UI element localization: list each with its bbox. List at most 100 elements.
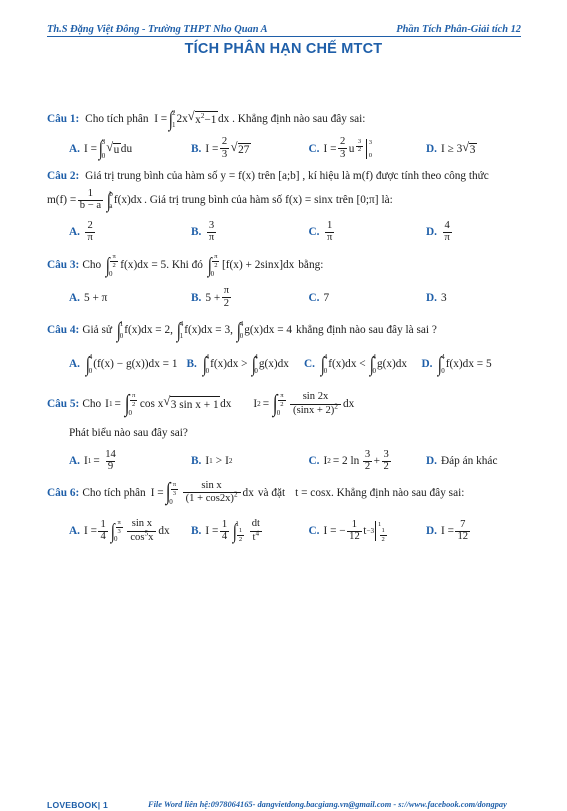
option-5-A[interactable]: A. I1 = 14 9: [69, 448, 191, 473]
q2-interval: [a;b]: [278, 170, 300, 183]
q5-i2-upper-num: π: [280, 392, 284, 400]
q5-i1-lower: 0: [128, 409, 132, 418]
option-6-B[interactable]: B. I = 14 ∫ 1 12 dt t4: [191, 518, 309, 543]
option-5-C-den: 2: [362, 460, 373, 473]
option-2-D-den: π: [442, 231, 452, 244]
option-4-D[interactable]: D. ∫ 4 0 f(x)dx = 5: [422, 353, 540, 375]
option-3-B-tag: B.: [191, 291, 202, 304]
option-2-B[interactable]: B. 3π: [191, 220, 309, 244]
q2-mf: m(f): [352, 170, 373, 183]
option-6-A-fden-tail: x: [148, 531, 154, 543]
q2-text-a: Giá trị trung bình của hàm số: [85, 170, 218, 183]
q2-text-c: trên: [257, 170, 276, 183]
option-3-C[interactable]: C. 7: [309, 286, 427, 309]
q3-text-c: bằng:: [298, 258, 324, 271]
option-6-A-den: 4: [98, 530, 108, 543]
option-3-B[interactable]: B. 5 + π2: [191, 284, 309, 309]
option-1-A[interactable]: A. I = ∫ 3 0 √ u du: [69, 137, 191, 160]
option-6-B-den: 4: [219, 530, 230, 543]
option-1-B-lhs: I =: [205, 142, 219, 155]
q2-text-d2: trên: [335, 193, 354, 206]
option-3-D[interactable]: D. 3: [426, 286, 539, 309]
option-2-A[interactable]: A. 2π: [69, 219, 191, 244]
option-1-C-exp-num: 3: [357, 137, 362, 145]
option-5-C-plus: +: [373, 455, 380, 468]
footer-brand: LOVEBOOK| 1: [47, 800, 108, 810]
option-3-C-value: 7: [323, 291, 330, 304]
q2-integral: ∫ b a: [106, 187, 113, 212]
q4-int3-body: g(x)dx = 4: [244, 323, 293, 336]
question-3-options: A. 5 + π B. 5 + π2 C. 7 D. 3: [47, 284, 539, 309]
question-1-stem-before: Cho tích phân: [85, 112, 149, 125]
option-4-D-tag: D.: [421, 358, 433, 371]
option-3-B-value: 5 +: [205, 291, 221, 304]
option-5-D[interactable]: D. Đáp án khác: [426, 450, 539, 473]
option-4-B-tag: B.: [186, 358, 197, 371]
option-5-B[interactable]: B. I1 > I2: [191, 450, 309, 473]
q5-i2-lower: 0: [276, 409, 281, 418]
option-3-A[interactable]: A. 5 + π: [69, 286, 191, 309]
q6-eq-lhs: I =: [150, 486, 164, 499]
question-6-stem: Câu 6: Cho tích phân I = ∫ π3 0 sin x (1…: [47, 479, 465, 507]
q2-func: y = f(x): [220, 170, 255, 183]
option-6-B-lower-num: 1: [238, 527, 243, 535]
q2-text-b2: . Giá trị trung bình của hàm số: [144, 193, 283, 206]
option-5-C[interactable]: C. I2 = 2 ln 32 + 32: [309, 448, 427, 473]
q6-int-den-exp: 2: [233, 490, 238, 499]
option-3-C-tag: C.: [308, 291, 320, 304]
option-2-C[interactable]: C. 1π: [309, 220, 427, 244]
option-4-C-body: f(x)dx <: [328, 358, 366, 371]
q4-int2-body: f(x)dx = 3,: [184, 323, 233, 336]
option-1-C[interactable]: C. I = 23 u 32 3 0: [309, 136, 427, 160]
q2-mf-eq: m(f) =: [47, 193, 77, 206]
q5-text-a: Cho: [82, 398, 102, 411]
q3-text-b: . Khi đó: [166, 258, 203, 271]
option-6-D-den: 12: [455, 530, 471, 543]
option-4-A[interactable]: A. ∫ 4 0 (f(x) − g(x))dx = 1: [69, 353, 187, 375]
option-5-A-eq: =: [93, 455, 100, 468]
option-2-D-num: 4: [444, 219, 450, 231]
question-1-stem-after: . Khẳng định nào sau đây sai:: [232, 112, 366, 125]
option-1-C-exp-den: 2: [355, 145, 364, 154]
q2-interval2: [0;π]: [356, 193, 379, 206]
q6-int-upper-num: π: [172, 480, 177, 488]
option-2-D[interactable]: D. 4π: [426, 219, 539, 244]
option-2-A-num: 2: [87, 219, 93, 231]
q3-int2-upper-num: π: [214, 252, 218, 260]
q4-integral-1: ∫ 1 0: [116, 317, 124, 342]
option-4-C-tag: C.: [304, 358, 315, 371]
q3-int1-upper-num: π: [112, 252, 116, 260]
option-6-B-lower-den: 2: [236, 535, 245, 543]
option-6-A[interactable]: A. I = 14 ∫ π3 0 sin x cos5x dx: [69, 518, 191, 544]
question-2: Câu 2: Giá trị trung bình của hàm số y =…: [47, 168, 539, 244]
option-1-C-var: u: [348, 142, 355, 155]
option-3-D-tag: D.: [426, 291, 437, 304]
question-2-stem-line2: m(f) = 1b − a ∫ b a f(x)dx . Giá trị tru…: [47, 187, 539, 212]
question-6-options: A. I = 14 ∫ π3 0 sin x cos5x dx B. I = 1…: [47, 518, 539, 544]
option-5-C-num2: 3: [383, 448, 389, 460]
option-1-D[interactable]: D. I ≥ 3 √ 3: [426, 137, 539, 160]
header-subject: Phần Tích Phân-Giải tích 12: [396, 24, 521, 35]
question-1-label: Câu 1:: [47, 112, 80, 125]
option-6-D[interactable]: D. I = 7 12: [426, 519, 539, 543]
q5-i2-num: sin 2x: [302, 391, 329, 403]
option-1-B[interactable]: B. I = 23 √ 27: [191, 136, 309, 160]
option-5-A-num: 14: [105, 448, 116, 460]
q5-i1-body-b: dx: [220, 398, 232, 411]
option-6-A-lower: 0: [114, 535, 118, 544]
q5-i2-den-exp: 2: [334, 402, 338, 411]
option-4-A-tag: A.: [69, 358, 80, 371]
q3-int2-upper-den: 2: [212, 261, 220, 269]
q3-int1-lower: 0: [108, 270, 113, 279]
option-6-B-lhs: I =: [205, 525, 219, 538]
option-1-C-eval-lower: 0: [368, 151, 373, 159]
option-1-B-den: 3: [219, 148, 230, 160]
question-6: Câu 6: Cho tích phân I = ∫ π3 0 sin x (1…: [47, 479, 539, 544]
option-4-B[interactable]: B. ∫ 4 0 f(x)dx > ∫ 4 0 g(x)dx: [187, 353, 305, 375]
q4-integral-2: ∫ 4 1: [176, 317, 184, 342]
option-6-C-lhs: I = −: [323, 525, 346, 538]
option-6-C[interactable]: C. I = − 1 12 t −3 1 12: [309, 519, 427, 543]
option-4-C[interactable]: C. ∫ 4 0 f(x)dx < ∫ 4 0 g(x)dx: [304, 353, 422, 375]
option-3-B-num: π: [223, 284, 230, 296]
page-title: TÍCH PHÂN HẠN CHẾ MTCT: [184, 41, 383, 57]
